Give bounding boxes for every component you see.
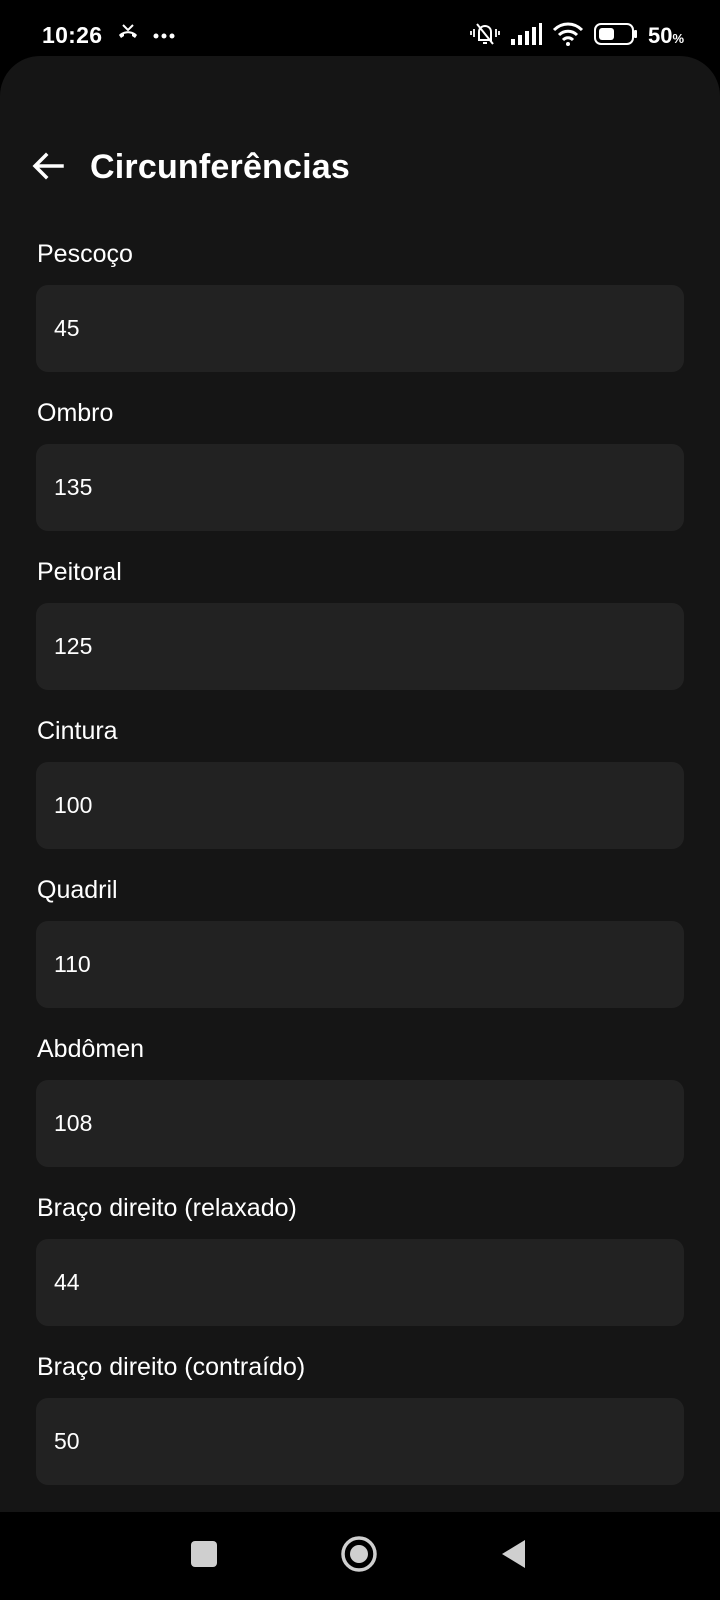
field-ombro: Ombro xyxy=(36,399,684,558)
field-cintura: Cintura xyxy=(36,717,684,876)
braco-direito-contraido-input[interactable] xyxy=(36,1398,684,1485)
battery-percentage: 50% xyxy=(647,23,684,48)
measurements-sheet: Circunferências Pescoço Ombro Peitoral C… xyxy=(0,56,720,1512)
navigation-bar xyxy=(0,1512,720,1600)
field-abdomen: Abdômen xyxy=(36,1035,684,1194)
back-triangle-icon xyxy=(500,1539,528,1574)
back-button[interactable] xyxy=(26,146,70,190)
vibrate-off-icon xyxy=(470,21,500,52)
back-nav-button[interactable] xyxy=(490,1532,538,1580)
quadril-input[interactable] xyxy=(36,921,684,1008)
measurement-form: Pescoço Ombro Peitoral Cintura Quadril A… xyxy=(36,240,684,1512)
field-quadril: Quadril xyxy=(36,876,684,1035)
arrow-left-icon xyxy=(32,152,64,185)
ombro-input[interactable] xyxy=(36,444,684,531)
signal-icon xyxy=(510,22,542,50)
peitoral-input[interactable] xyxy=(36,603,684,690)
abdomen-input[interactable] xyxy=(36,1080,684,1167)
recents-button[interactable] xyxy=(180,1532,228,1580)
recents-square-icon xyxy=(190,1540,218,1573)
status-left-icons xyxy=(116,23,176,50)
missed-call-icon xyxy=(116,23,140,50)
cintura-input[interactable] xyxy=(36,762,684,849)
field-braco-direito-contraido: Braço direito (contraído) xyxy=(36,1353,684,1512)
pescoco-input[interactable] xyxy=(36,285,684,372)
field-peitoral: Peitoral xyxy=(36,558,684,717)
field-label: Peitoral xyxy=(37,558,122,586)
header: Circunferências xyxy=(0,140,720,200)
field-label: Braço direito (contraído) xyxy=(37,1353,306,1381)
page-title: Circunferências xyxy=(90,148,350,186)
field-label: Braço direito (relaxado) xyxy=(37,1194,297,1222)
status-time: 10:26 xyxy=(42,22,103,48)
field-pescoco: Pescoço xyxy=(36,240,684,399)
home-button[interactable] xyxy=(335,1532,383,1580)
status-right-icons: 50% xyxy=(470,22,684,50)
field-braco-direito-relaxado: Braço direito (relaxado) xyxy=(36,1194,684,1353)
braco-direito-relaxado-input[interactable] xyxy=(36,1239,684,1326)
battery-icon xyxy=(593,22,638,50)
field-label: Quadril xyxy=(37,876,118,904)
field-label: Pescoço xyxy=(37,240,133,268)
field-label: Abdômen xyxy=(37,1035,145,1063)
more-dots-icon xyxy=(152,27,176,45)
field-label: Ombro xyxy=(37,399,114,427)
status-bar: 10:26 50% xyxy=(0,0,720,64)
field-label: Cintura xyxy=(37,717,118,745)
wifi-icon xyxy=(552,22,584,51)
home-circle-icon xyxy=(340,1535,378,1578)
